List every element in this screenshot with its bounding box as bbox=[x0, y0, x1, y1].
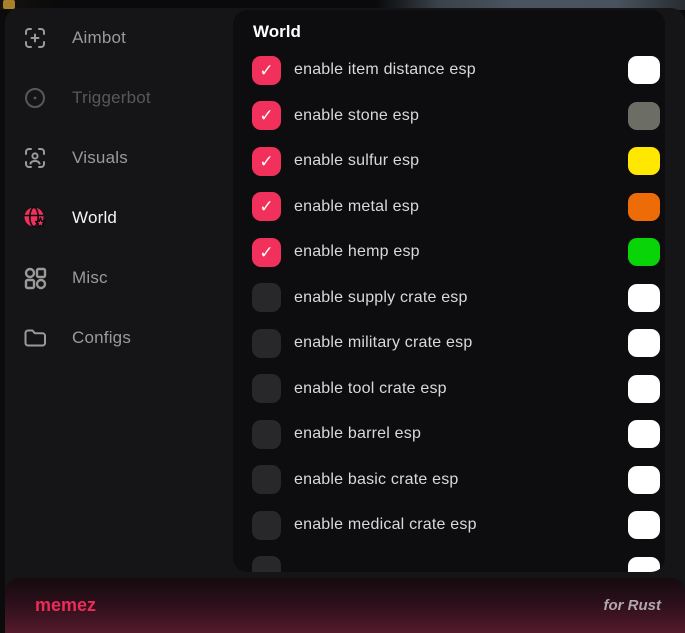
esp-row: ✓ enable hemp esp bbox=[252, 237, 660, 267]
color-swatch[interactable] bbox=[628, 375, 660, 403]
esp-row: ✓ enable supply crate esp bbox=[252, 283, 660, 313]
esp-label: enable hemp esp bbox=[294, 243, 420, 261]
esp-checkbox[interactable]: ✓ bbox=[252, 101, 281, 130]
esp-label: enable medical crate esp bbox=[294, 516, 477, 534]
checkmark-icon: ✓ bbox=[259, 107, 273, 124]
esp-row: ✓ enable tool crate esp bbox=[252, 374, 660, 404]
panel-title: World bbox=[253, 22, 665, 42]
misc-icon bbox=[22, 265, 48, 291]
color-swatch[interactable] bbox=[628, 466, 660, 494]
sidebar-item-configs[interactable]: Configs bbox=[5, 308, 233, 368]
esp-checkbox[interactable]: ✓ bbox=[252, 374, 281, 403]
esp-checkbox[interactable]: ✓ bbox=[252, 283, 281, 312]
esp-label: enable metal esp bbox=[294, 198, 419, 216]
color-swatch[interactable] bbox=[628, 147, 660, 175]
checkmark-icon: ✓ bbox=[259, 198, 273, 215]
color-swatch[interactable] bbox=[628, 56, 660, 84]
esp-checkbox[interactable]: ✓ bbox=[252, 420, 281, 449]
esp-checkbox[interactable]: ✓ bbox=[252, 238, 281, 267]
aimbot-icon bbox=[22, 25, 48, 51]
esp-options-list: ✓ enable item distance esp ✓ enable ston… bbox=[233, 55, 665, 572]
sidebar-item-visuals[interactable]: Visuals bbox=[5, 128, 233, 188]
cheat-menu-window: Aimbot Triggerbot Visuals World Misc Con… bbox=[5, 8, 685, 633]
esp-row: ✓ enable barrel esp bbox=[252, 419, 660, 449]
color-swatch[interactable] bbox=[628, 420, 660, 448]
esp-checkbox[interactable]: ✓ bbox=[252, 147, 281, 176]
checkmark-icon: ✓ bbox=[259, 62, 273, 79]
esp-checkbox[interactable]: ✓ bbox=[252, 465, 281, 494]
color-swatch[interactable] bbox=[628, 557, 660, 573]
color-swatch[interactable] bbox=[628, 329, 660, 357]
esp-label: enable item distance esp bbox=[294, 61, 476, 79]
esp-label: enable military crate esp bbox=[294, 334, 472, 352]
configs-icon bbox=[22, 325, 48, 351]
color-swatch[interactable] bbox=[628, 102, 660, 130]
esp-label: enable barrel esp bbox=[294, 425, 421, 443]
tagline-label: for Rust bbox=[604, 597, 662, 614]
brand-label: memez bbox=[35, 595, 96, 616]
esp-checkbox[interactable]: ✓ bbox=[252, 556, 281, 572]
world-panel: World ✓ enable item distance esp ✓ enabl… bbox=[233, 10, 665, 572]
sidebar: Aimbot Triggerbot Visuals World Misc Con… bbox=[5, 8, 233, 578]
checkmark-icon: ✓ bbox=[259, 153, 273, 170]
esp-row: ✓ enable basic crate esp bbox=[252, 465, 660, 495]
esp-row: ✓ enable military crate esp bbox=[252, 328, 660, 358]
esp-row: ✓ enable sulfur esp bbox=[252, 146, 660, 176]
esp-row: ✓ bbox=[252, 556, 660, 573]
esp-row: ✓ enable medical crate esp bbox=[252, 510, 660, 540]
esp-row: ✓ enable item distance esp bbox=[252, 55, 660, 85]
esp-row: ✓ enable stone esp bbox=[252, 101, 660, 131]
color-swatch[interactable] bbox=[628, 284, 660, 312]
triggerbot-icon bbox=[22, 85, 48, 111]
sidebar-item-world[interactable]: World bbox=[5, 188, 233, 248]
esp-label: enable stone esp bbox=[294, 107, 419, 125]
sidebar-item-aimbot[interactable]: Aimbot bbox=[5, 8, 233, 68]
esp-label: enable supply crate esp bbox=[294, 289, 468, 307]
footer-bar: memez for Rust bbox=[5, 578, 685, 633]
esp-label: enable tool crate esp bbox=[294, 380, 447, 398]
visuals-icon bbox=[22, 145, 48, 171]
sidebar-item-misc[interactable]: Misc bbox=[5, 248, 233, 308]
checkmark-icon: ✓ bbox=[259, 244, 273, 261]
color-swatch[interactable] bbox=[628, 238, 660, 266]
esp-checkbox[interactable]: ✓ bbox=[252, 329, 281, 358]
esp-checkbox[interactable]: ✓ bbox=[252, 56, 281, 85]
esp-label: enable sulfur esp bbox=[294, 152, 419, 170]
world-icon bbox=[22, 205, 48, 231]
color-swatch[interactable] bbox=[628, 193, 660, 221]
sidebar-item-triggerbot[interactable]: Triggerbot bbox=[5, 68, 233, 128]
esp-row: ✓ enable metal esp bbox=[252, 192, 660, 222]
esp-checkbox[interactable]: ✓ bbox=[252, 192, 281, 221]
esp-label: enable basic crate esp bbox=[294, 471, 459, 489]
color-swatch[interactable] bbox=[628, 511, 660, 539]
esp-checkbox[interactable]: ✓ bbox=[252, 511, 281, 540]
